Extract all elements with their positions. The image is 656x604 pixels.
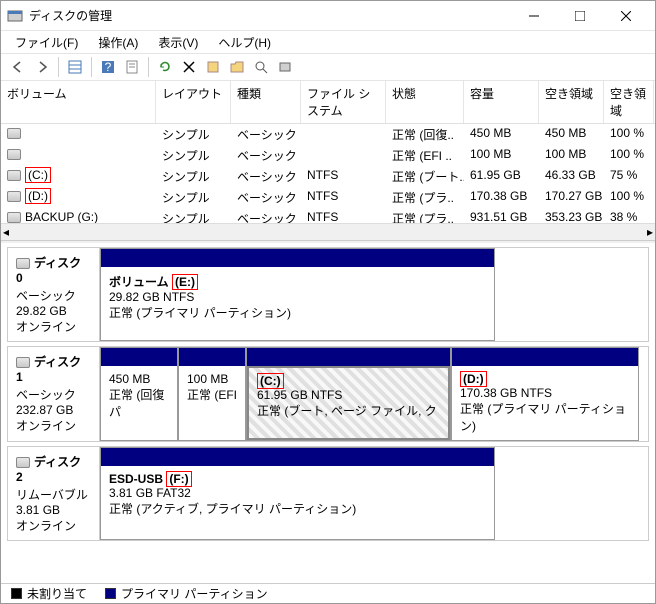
toolbar: ?	[1, 53, 655, 81]
titlebar: ディスクの管理	[1, 1, 655, 31]
drive-icon	[7, 212, 21, 223]
table-row[interactable]: BACKUP (G:)シンプルベーシックNTFS正常 (プラ..931.51 G…	[1, 208, 655, 223]
menu-action[interactable]: 操作(A)	[90, 32, 146, 53]
search-button[interactable]	[250, 56, 272, 78]
options-button[interactable]	[274, 56, 296, 78]
window-title: ディスクの管理	[29, 7, 511, 24]
settings-button[interactable]	[202, 56, 224, 78]
swatch-black	[11, 588, 22, 599]
folder-button[interactable]	[226, 56, 248, 78]
col-capacity[interactable]: 容量	[464, 81, 539, 123]
help-button[interactable]: ?	[97, 56, 119, 78]
col-free[interactable]: 空き領域	[539, 81, 604, 123]
volume-block[interactable]: (C:)61.95 GB NTFS正常 (ブート, ページ ファイル, ク	[246, 347, 451, 441]
drive-icon	[7, 149, 21, 160]
volume-list: ボリューム レイアウト 種類 ファイル システム 状態 容量 空き領域 空き領域…	[1, 81, 655, 241]
delete-button[interactable]	[178, 56, 200, 78]
app-icon	[7, 8, 23, 24]
refresh-button[interactable]	[154, 56, 176, 78]
table-row[interactable]: シンプルベーシック正常 (EFI ..100 MB100 MB100 %	[1, 145, 655, 166]
table-row[interactable]: シンプルベーシック正常 (回復..450 MB450 MB100 %	[1, 124, 655, 145]
back-button[interactable]	[7, 56, 29, 78]
legend: 未割り当て プライマリ パーティション	[1, 583, 655, 603]
forward-button[interactable]	[31, 56, 53, 78]
view-list-button[interactable]	[64, 56, 86, 78]
svg-text:?: ?	[105, 60, 112, 74]
col-filesystem[interactable]: ファイル システム	[301, 81, 386, 123]
col-volume[interactable]: ボリューム	[1, 81, 156, 123]
legend-unallocated: 未割り当て	[11, 585, 87, 602]
scroll-right-icon[interactable]: ▸	[647, 225, 653, 239]
properties-button[interactable]	[121, 56, 143, 78]
disk-info[interactable]: ディスク 1ベーシック232.87 GBオンライン	[8, 347, 100, 441]
column-headers: ボリューム レイアウト 種類 ファイル システム 状態 容量 空き領域 空き領域	[1, 81, 655, 124]
swatch-navy	[105, 588, 116, 599]
legend-primary: プライマリ パーティション	[105, 585, 268, 602]
volume-block[interactable]: 450 MB正常 (回復パ	[100, 347, 178, 441]
minimize-button[interactable]	[511, 2, 557, 30]
drive-icon	[7, 170, 21, 181]
disk-icon	[16, 357, 30, 368]
drive-icon	[7, 191, 21, 202]
disk-row: ディスク 0ベーシック29.82 GBオンラインボリューム (E:)29.82 …	[7, 247, 649, 342]
menu-view[interactable]: 表示(V)	[150, 32, 206, 53]
table-row[interactable]: (D:)シンプルベーシックNTFS正常 (プラ..170.38 GB170.27…	[1, 187, 655, 208]
col-free-pct[interactable]: 空き領域	[604, 81, 654, 123]
horizontal-scrollbar[interactable]: ◂ ▸	[1, 223, 655, 240]
disk-info[interactable]: ディスク 2リムーバブル3.81 GBオンライン	[8, 447, 100, 540]
disk-row: ディスク 2リムーバブル3.81 GBオンラインESD-USB (F:)3.81…	[7, 446, 649, 541]
menubar: ファイル(F) 操作(A) 表示(V) ヘルプ(H)	[1, 31, 655, 53]
col-type[interactable]: 種類	[231, 81, 301, 123]
disk-graph-area: ディスク 0ベーシック29.82 GBオンラインボリューム (E:)29.82 …	[1, 241, 655, 583]
menu-help[interactable]: ヘルプ(H)	[210, 32, 279, 53]
col-layout[interactable]: レイアウト	[156, 81, 231, 123]
disk-row: ディスク 1ベーシック232.87 GBオンライン450 MB正常 (回復パ10…	[7, 346, 649, 442]
table-row[interactable]: (C:)シンプルベーシックNTFS正常 (ブート..61.95 GB46.33 …	[1, 166, 655, 187]
volume-block[interactable]: ボリューム (E:)29.82 GB NTFS正常 (プライマリ パーティション…	[100, 248, 495, 341]
close-button[interactable]	[603, 2, 649, 30]
volume-block[interactable]: ESD-USB (F:)3.81 GB FAT32正常 (アクティブ, プライマ…	[100, 447, 495, 540]
volume-block[interactable]: (D:)170.38 GB NTFS正常 (プライマリ パーティション)	[451, 347, 639, 441]
drive-icon	[7, 128, 21, 139]
volume-block[interactable]: 100 MB正常 (EFI	[178, 347, 246, 441]
disk-icon	[16, 457, 30, 468]
col-status[interactable]: 状態	[386, 81, 464, 123]
disk-info[interactable]: ディスク 0ベーシック29.82 GBオンライン	[8, 248, 100, 341]
scroll-left-icon[interactable]: ◂	[3, 225, 9, 239]
maximize-button[interactable]	[557, 2, 603, 30]
disk-icon	[16, 258, 30, 269]
menu-file[interactable]: ファイル(F)	[7, 32, 86, 53]
